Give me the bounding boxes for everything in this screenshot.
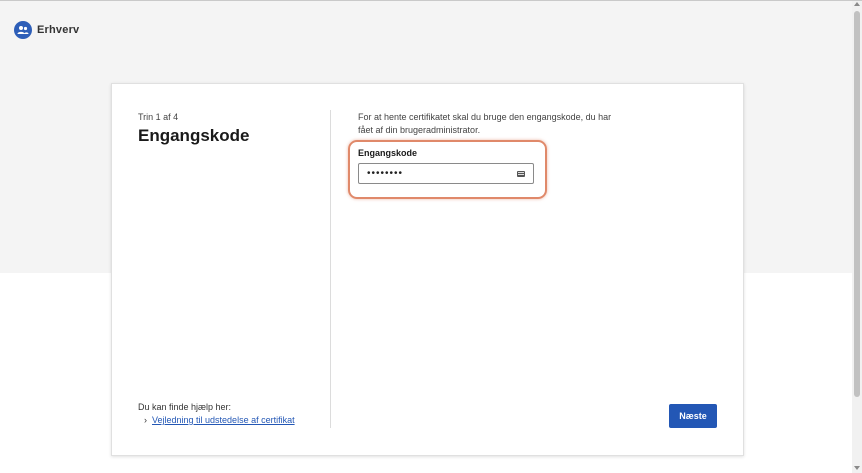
chevron-right-icon: › (144, 414, 147, 425)
help-link-row: › Vejledning til udstedelse af certifika… (144, 415, 295, 425)
password-manager-icon[interactable] (517, 170, 525, 177)
wizard-left-column: Trin 1 af 4 Engangskode Du kan finde hjæ… (138, 84, 328, 455)
one-time-code-input[interactable]: •••••••• (358, 163, 534, 184)
wizard-right-column: For at hente certifikatet skal du bruge … (348, 84, 718, 455)
field-label: Engangskode (358, 148, 418, 158)
page-title: Engangskode (138, 126, 250, 145)
column-divider (330, 110, 331, 428)
scroll-up-arrow-icon[interactable] (854, 2, 860, 6)
vertical-scrollbar[interactable] (852, 1, 862, 473)
step-indicator: Trin 1 af 4 (138, 112, 179, 122)
one-time-code-value: •••••••• (367, 168, 404, 179)
intro-text: For at hente certifikatet skal du bruge … (358, 112, 612, 135)
help-label: Du kan finde hjælp her: (138, 402, 232, 412)
scrollbar-thumb[interactable] (854, 11, 860, 397)
help-link[interactable]: Vejledning til udstedelse af certifikat (152, 415, 295, 425)
page: Erhverv Trin 1 af 4 Engangskode Du kan f… (0, 0, 862, 473)
brand[interactable]: Erhverv (14, 21, 79, 39)
scroll-down-arrow-icon[interactable] (854, 466, 860, 470)
wizard-card: Trin 1 af 4 Engangskode Du kan finde hjæ… (111, 83, 744, 456)
next-button[interactable]: Næste (669, 404, 717, 428)
brand-name: Erhverv (37, 24, 80, 36)
people-group-icon (14, 21, 32, 39)
